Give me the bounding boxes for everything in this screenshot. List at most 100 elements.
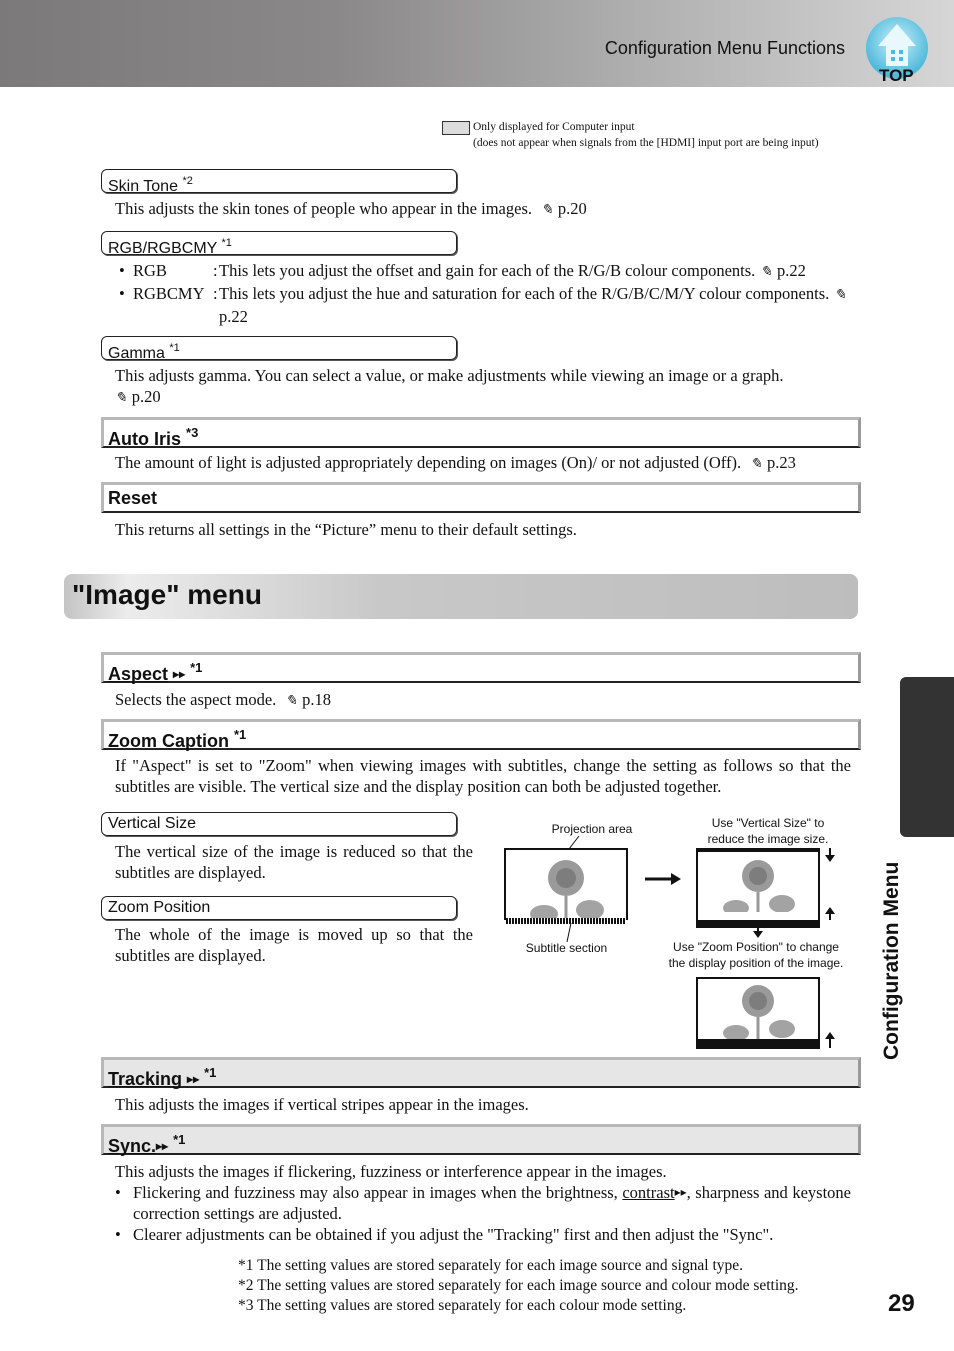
glossary-link-tracking[interactable]: Tracking <box>108 1069 182 1089</box>
page-reference-icon: ✎ <box>750 457 762 472</box>
heading-aspect: Aspect ▸▸ *1 <box>101 652 861 684</box>
glossary-link-sync[interactable]: Sync. <box>108 1136 156 1156</box>
footnote-marker: *1 <box>221 237 232 249</box>
page-reference-link[interactable]: p.22 <box>777 261 806 280</box>
bullet-description: This lets you adjust the hue and saturat… <box>219 284 830 303</box>
bullet-term: RGB <box>133 261 167 280</box>
bullet-term: RGBCMY <box>133 284 205 303</box>
callout-line <box>568 836 580 850</box>
resize-arrows-icon <box>825 848 835 920</box>
arrow-right-icon <box>645 873 681 885</box>
heading-label: Zoom Position <box>108 899 211 916</box>
page-reference-icon: ✎ <box>760 265 773 280</box>
page-reference-link[interactable]: p.20 <box>132 387 161 406</box>
footnote-marker: *1 <box>173 1132 186 1147</box>
page-reference-icon: ✎ <box>834 288 846 303</box>
footnote-marker: *1 <box>234 727 247 742</box>
description-text: This adjusts the images if flickering, f… <box>115 1162 667 1181</box>
tracking-description: This adjusts the images if vertical stri… <box>115 1095 529 1114</box>
footnotes: *1 The setting values are stored separat… <box>238 1256 799 1316</box>
footnote-marker: *1 <box>169 342 180 354</box>
zoom-position-screen <box>696 977 820 1049</box>
label-subtitle-section: Subtitle section <box>525 941 608 955</box>
heading-gamma: Gamma *1 <box>101 336 457 362</box>
glossary-arrow-icon: ▸▸ <box>187 1072 200 1086</box>
aspect-description: Selects the aspect mode. ✎ p.18 <box>115 689 855 712</box>
sunflower-image <box>723 860 795 916</box>
page-reference-link[interactable]: p.18 <box>302 690 331 709</box>
glossary-arrow-icon: ▸▸ <box>156 1139 169 1153</box>
top-label: TOP <box>879 66 914 85</box>
bullet-text: Clearer adjustments can be obtained if y… <box>133 1225 774 1244</box>
arrow-up-icon <box>825 1032 835 1048</box>
bullet: • Clearer adjustments can be obtained if … <box>115 1225 774 1244</box>
footnote-2: *2 The setting values are stored separat… <box>238 1277 799 1294</box>
description-text: This adjusts the skin tones of people wh… <box>115 199 532 218</box>
skin-tone-description: This adjusts the skin tones of people wh… <box>115 198 855 221</box>
heading-skin-tone: Skin Tone *2 <box>101 169 457 195</box>
rgb-bullets: • RGB : This lets you adjust the offset … <box>119 260 851 327</box>
heading-rgb-rgbcmy: RGB/RGBCMY *1 <box>101 231 457 257</box>
heading-label: Reset <box>108 488 158 508</box>
note-line-2: the display position of the image. <box>668 956 844 970</box>
label-projection-area: Projection area <box>551 822 633 836</box>
heading-reset: Reset <box>101 482 861 513</box>
page-reference-icon: ✎ <box>541 203 553 218</box>
footnote-marker: *1 <box>190 660 203 675</box>
note-line-1: Use "Vertical Size" to <box>711 816 825 830</box>
note-line-1: Use "Zoom Position" to change <box>673 940 839 954</box>
bullet-rgbcmy: • RGBCMY : This lets you adjust the hue … <box>119 283 851 327</box>
footnote-marker: *2 <box>182 175 193 187</box>
header-title: Configuration Menu Functions <box>604 38 845 58</box>
top-button[interactable]: TOP <box>864 16 930 86</box>
bullet-text: Flickering and fuzziness may also appear… <box>133 1183 618 1202</box>
glossary-link-aspect[interactable]: Aspect <box>108 664 168 684</box>
zoom-position-description: The whole of the image is moved up so th… <box>115 925 473 965</box>
description-text: The amount of light is adjusted appropri… <box>115 453 742 472</box>
legend-line-1: Only displayed for Computer input <box>473 121 635 133</box>
vertical-size-description: The vertical size of the image is reduce… <box>115 842 473 882</box>
footnote-3: *3 The setting values are stored separat… <box>238 1297 687 1314</box>
footnote-marker: *1 <box>204 1065 217 1080</box>
glossary-arrow-icon: ▸▸ <box>173 667 186 681</box>
legend-text: Only displayed for Computer input (does … <box>473 119 819 151</box>
sync-description: This adjusts the images if flickering, f… <box>115 1161 851 1245</box>
page-reference-link[interactable]: p.22 <box>219 307 248 326</box>
page-reference-link[interactable]: p.20 <box>558 199 587 218</box>
note-line-2: reduce the image size. <box>707 832 829 846</box>
chapter-tab-label: Configuration Menu <box>880 861 903 1060</box>
projection-area-screen <box>504 848 628 920</box>
heading-label: RGB/RGBCMY <box>108 240 218 257</box>
heading-zoom-caption: Zoom Caption *1 <box>101 719 861 751</box>
sunflower-image <box>530 860 604 918</box>
glossary-link-contrast[interactable]: contrast <box>622 1183 674 1202</box>
legend-swatch <box>442 121 470 135</box>
sunflower-image <box>723 985 795 1039</box>
footnote-1: *1 The setting values are stored separat… <box>238 1257 743 1274</box>
heading-label: Auto Iris <box>108 429 182 449</box>
bullet-text: This lets you adjust the offset and gain… <box>219 260 851 283</box>
zoom-caption-figure: Projection area Use "Vertical Size" to r… <box>490 810 860 1050</box>
heading-label: Zoom Caption <box>108 731 229 751</box>
bullet-description: This lets you adjust the offset and gain… <box>219 261 756 280</box>
legend-line-2: (does not appear when signals from the [… <box>473 137 819 149</box>
heading-label: Gamma <box>108 345 165 362</box>
section-title-image-menu: "Image" menu <box>64 574 858 619</box>
footnote-marker: *3 <box>186 425 199 440</box>
heading-tracking: Tracking ▸▸ *1 <box>101 1057 861 1089</box>
zoom-caption-description: If "Aspect" is set to "Zoom" when viewin… <box>115 756 851 796</box>
gamma-description: This adjusts gamma. You can select a val… <box>115 365 851 409</box>
chapter-tab[interactable] <box>900 677 954 837</box>
heading-sync: Sync.▸▸ *1 <box>101 1124 861 1156</box>
heading-auto-iris: Auto Iris *3 <box>101 417 861 449</box>
label-vertical-size-note: Use "Vertical Size" to reduce the image … <box>668 815 868 847</box>
description-text: This adjusts gamma. You can select a val… <box>115 366 784 385</box>
heading-label: Skin Tone <box>108 178 178 195</box>
description-text: Selects the aspect mode. <box>115 690 277 709</box>
bullet: • Flickering and fuzziness may also appea… <box>115 1183 851 1223</box>
heading-vertical-size: Vertical Size <box>101 812 457 836</box>
page-reference-icon: ✎ <box>115 391 127 406</box>
page-reference-link[interactable]: p.23 <box>767 453 796 472</box>
page-number: 29 <box>888 1290 915 1317</box>
reset-description: This returns all settings in the “Pictur… <box>115 520 577 539</box>
